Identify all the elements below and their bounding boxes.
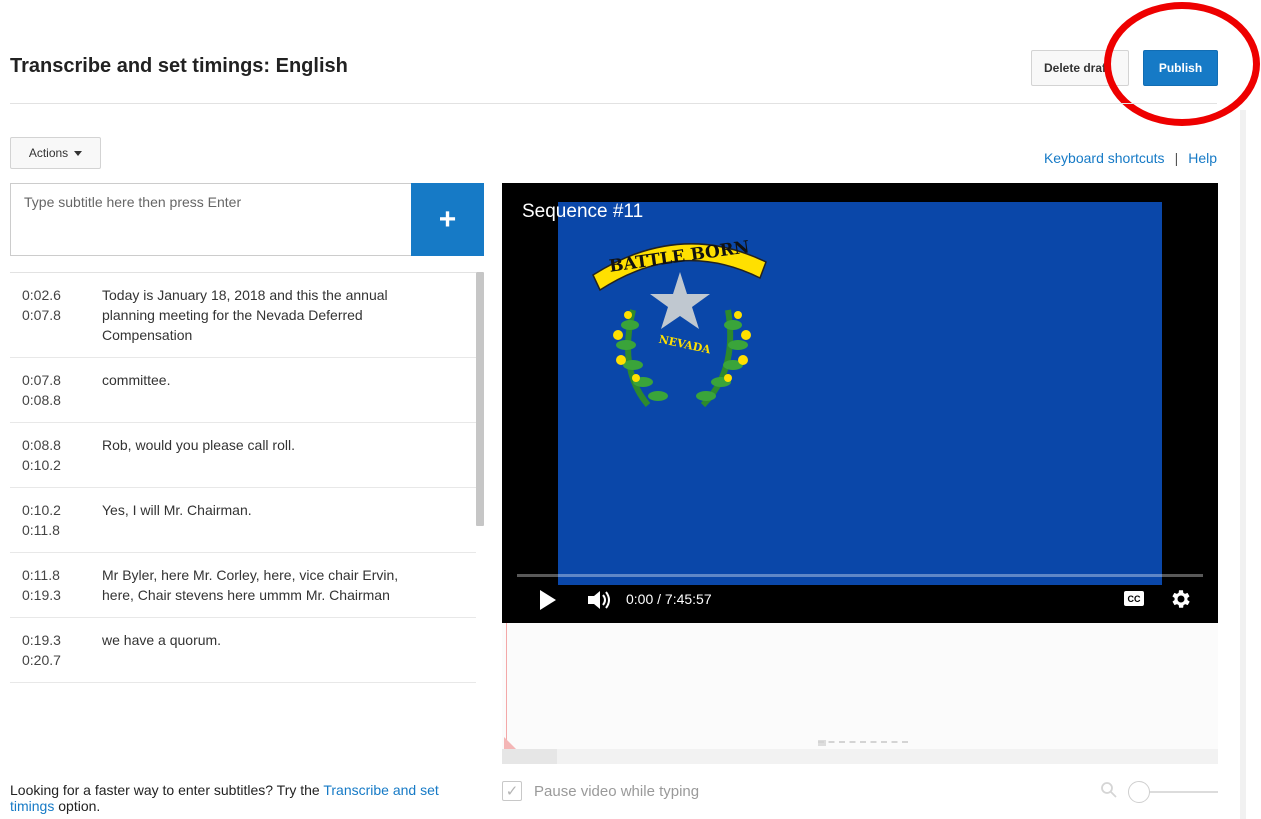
caption-times[interactable]: 0:07.8 0:08.8 — [22, 370, 102, 410]
video-title: Sequence #11 — [522, 201, 644, 222]
faster-prefix: Looking for a faster way to enter subtit… — [10, 782, 324, 798]
caption-text[interactable]: we have a quorum. — [102, 630, 432, 670]
caption-start-time[interactable]: 0:10.2 — [22, 500, 102, 520]
seal-nevada-text: NEVADA — [658, 333, 713, 357]
caption-text[interactable]: Today is January 18, 2018 and this the a… — [102, 285, 432, 345]
caption-times[interactable]: 0:10.2 0:11.8 — [22, 500, 102, 540]
cc-icon[interactable]: CC — [1124, 591, 1144, 606]
caption-list[interactable]: 0:02.6 0:07.8 Today is January 18, 2018 an… — [10, 272, 476, 760]
caption-times[interactable]: 0:19.3 0:20.7 — [22, 630, 102, 670]
pause-label: Pause video while typing — [534, 782, 700, 800]
seal-banner-text: BATTLE BORN — [608, 237, 751, 276]
header-divider — [10, 103, 1217, 104]
caption-row[interactable]: 0:02.6 0:07.8 Today is January 18, 2018 an… — [10, 273, 476, 358]
video-progress-bar[interactable] — [517, 574, 1203, 577]
pause-while-typing-option[interactable]: ✓ Pause video while typing — [502, 781, 699, 801]
publish-button[interactable]: Publish — [1143, 50, 1218, 86]
caption-times[interactable]: 0:11.8 0:19.3 — [22, 565, 102, 605]
caption-text[interactable]: Mr Byler, here Mr. Corley, here, vice ch… — [102, 565, 432, 605]
timeline-scroll-thumb[interactable] — [502, 749, 557, 764]
add-subtitle-button[interactable]: + — [411, 183, 484, 256]
timeline-cursor[interactable] — [506, 623, 507, 749]
faster-suffix: option. — [54, 798, 101, 814]
gear-icon[interactable] — [1168, 587, 1192, 611]
actions-dropdown-button[interactable]: Actions — [10, 137, 101, 169]
caption-start-time[interactable]: 0:08.8 — [22, 435, 102, 455]
faster-entry-message: Looking for a faster way to enter subtit… — [10, 782, 470, 814]
checkmark-icon: ✓ — [505, 783, 519, 800]
caption-start-time[interactable]: 0:19.3 — [22, 630, 102, 650]
help-link[interactable]: Help — [1188, 150, 1217, 166]
waveform-timeline[interactable] — [502, 623, 1218, 764]
caption-row[interactable]: 0:19.3 0:20.7 we have a quorum. — [10, 618, 476, 683]
timeline-playhead-marker[interactable] — [504, 737, 516, 749]
pause-checkbox[interactable]: ✓ — [502, 781, 522, 801]
caption-end-time[interactable]: 0:08.8 — [22, 390, 102, 410]
video-controls: 0:00 / 7:45:57 CC — [502, 581, 1218, 621]
caption-start-time[interactable]: 0:07.8 — [22, 370, 102, 390]
nevada-flag: BATTLE BORN NEVADA — [558, 202, 1162, 585]
delete-draft-button[interactable]: Delete draft — [1031, 50, 1129, 86]
caption-times[interactable]: 0:08.8 0:10.2 — [22, 435, 102, 475]
caption-end-time[interactable]: 0:07.8 — [22, 305, 102, 325]
video-player[interactable]: BATTLE BORN NEVADA Sequence #11 0:00 / 7… — [502, 183, 1218, 623]
caption-text[interactable]: Yes, I will Mr. Chairman. — [102, 500, 432, 540]
zoom-icon — [1101, 782, 1117, 798]
timeline-scrollbar[interactable] — [502, 749, 1218, 764]
caption-row[interactable]: 0:07.8 0:08.8 committee. — [10, 358, 476, 423]
nevada-seal-icon: BATTLE BORN NEVADA — [592, 237, 767, 408]
zoom-slider-knob[interactable] — [1128, 781, 1150, 803]
caption-text[interactable]: Rob, would you please call roll. — [102, 435, 432, 475]
caption-end-time[interactable]: 0:10.2 — [22, 455, 102, 475]
play-icon[interactable] — [540, 590, 556, 610]
subtitle-input[interactable] — [10, 183, 411, 256]
caption-end-time[interactable]: 0:20.7 — [22, 650, 102, 670]
caption-row[interactable]: 0:10.2 0:11.8 Yes, I will Mr. Chairman. — [10, 488, 476, 553]
caption-start-time[interactable]: 0:02.6 — [22, 285, 102, 305]
page-scrollbar[interactable] — [1240, 110, 1246, 819]
chevron-down-icon — [74, 150, 83, 156]
caption-row[interactable]: 0:08.8 0:10.2 Rob, would you please call r… — [10, 423, 476, 488]
caption-row[interactable]: 0:11.8 0:19.3 Mr Byler, here Mr. Corley, h… — [10, 553, 476, 618]
caption-end-time[interactable]: 0:11.8 — [22, 520, 102, 540]
link-separator: | — [1174, 150, 1179, 166]
video-time: 0:00 / 7:45:57 — [626, 591, 712, 607]
actions-label: Actions — [28, 146, 69, 160]
help-links: Keyboard shortcuts | Help — [1044, 150, 1217, 166]
caption-times[interactable]: 0:02.6 0:07.8 — [22, 285, 102, 345]
caption-text[interactable]: committee. — [102, 370, 432, 410]
keyboard-shortcuts-link[interactable]: Keyboard shortcuts — [1044, 150, 1165, 166]
caption-list-scrollbar[interactable] — [476, 272, 484, 526]
page-title: Transcribe and set timings: English — [10, 55, 348, 77]
zoom-slider-track[interactable] — [1140, 791, 1218, 793]
caption-start-time[interactable]: 0:11.8 — [22, 565, 102, 585]
timeline-dash — [818, 741, 908, 745]
caption-end-time[interactable]: 0:19.3 — [22, 585, 102, 605]
volume-icon[interactable] — [586, 589, 612, 611]
